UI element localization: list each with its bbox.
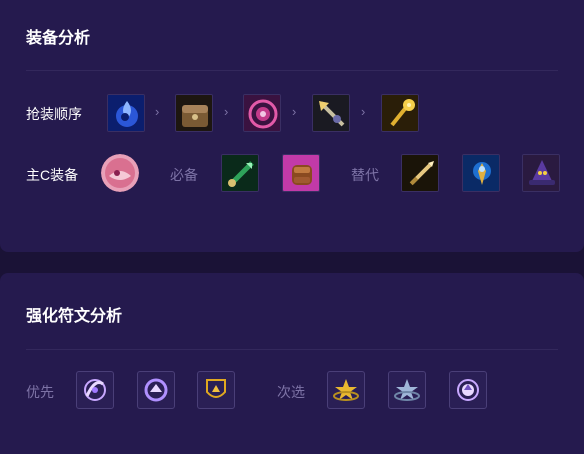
witch-hat-icon[interactable] [522, 154, 560, 192]
secondary-label: 次选 [277, 384, 305, 400]
chevron-right-icon: › [224, 104, 229, 119]
green-blade-icon[interactable] [221, 154, 259, 192]
dagger-icon[interactable] [401, 154, 439, 192]
priority-label: 优先 [26, 384, 54, 400]
blue-tear-icon[interactable] [107, 94, 145, 132]
vortex-augment-icon[interactable] [76, 371, 114, 409]
order-label: 抢装顺序 [26, 106, 82, 122]
crest-augment-icon[interactable] [197, 371, 235, 409]
augment-section-title: 强化符文分析 [26, 308, 123, 325]
orb-augment-icon[interactable] [449, 371, 487, 409]
spear-icon[interactable] [312, 94, 350, 132]
divider [26, 70, 558, 71]
blue-gold-staff-icon[interactable] [462, 154, 500, 192]
spin-augment-icon[interactable] [137, 371, 175, 409]
divider [26, 349, 558, 350]
flaming-fist-icon[interactable] [282, 154, 320, 192]
augment-analysis-card: 强化符文分析 优先 次选 [0, 273, 584, 454]
chevron-right-icon: › [292, 104, 297, 119]
equipment-analysis-card: 装备分析 抢装顺序 › › › › 主C装备 必备 替代 [0, 0, 584, 252]
treasure-chest-icon[interactable] [175, 94, 213, 132]
equipment-section-title: 装备分析 [26, 30, 91, 47]
main-c-label: 主C装备 [26, 167, 79, 183]
required-label: 必备 [170, 167, 198, 183]
golden-staff-icon[interactable] [381, 94, 419, 132]
chevron-right-icon: › [155, 104, 160, 119]
chevron-right-icon: › [361, 104, 366, 119]
star-ring-augment-icon[interactable] [327, 371, 365, 409]
shield-spiral-icon[interactable] [243, 94, 281, 132]
champion-avatar[interactable] [101, 154, 139, 192]
star-silver-augment-icon[interactable] [388, 371, 426, 409]
alternative-label: 替代 [351, 167, 379, 183]
